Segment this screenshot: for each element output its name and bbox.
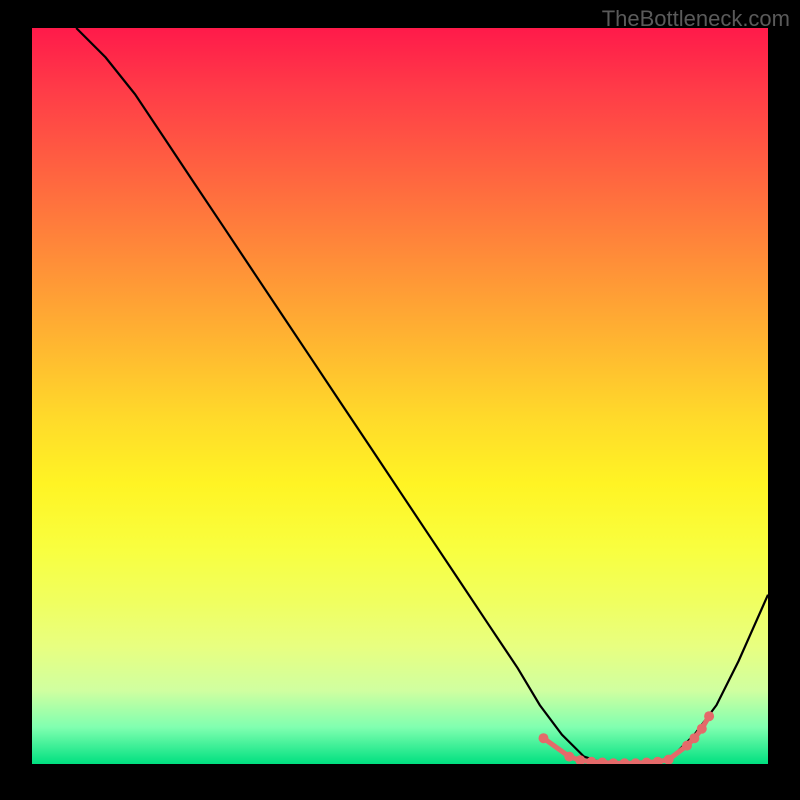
highlight-dot [597, 758, 607, 765]
highlight-dot [539, 733, 549, 743]
highlight-dot [697, 724, 707, 734]
highlight-dot [682, 741, 692, 751]
highlight-dot [564, 752, 574, 762]
highlight-dot [642, 758, 652, 765]
highlight-dot [689, 733, 699, 743]
highlight-dot [704, 711, 714, 721]
highlight-dot [608, 758, 618, 764]
highlight-dot [620, 758, 630, 764]
highlight-dot [631, 758, 641, 764]
chart-svg [32, 28, 768, 764]
main-curve [76, 28, 768, 764]
plot-area [32, 28, 768, 764]
highlight-dot [653, 757, 663, 764]
